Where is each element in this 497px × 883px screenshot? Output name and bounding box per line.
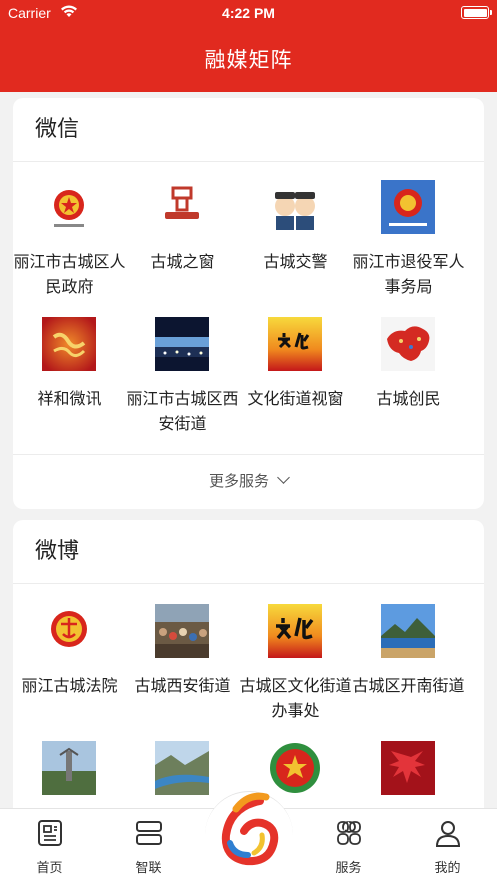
status-time: 4:22 PM — [222, 5, 275, 21]
tile-label: 古城西安街道 — [134, 676, 231, 695]
wenhua-calligraphy-icon — [268, 604, 322, 658]
tile-label: 丽江古城法院 — [21, 676, 118, 695]
tab-center[interactable] — [200, 783, 297, 880]
tab-label: 服务 — [335, 861, 362, 876]
tile-label: 祥和微讯 — [37, 389, 102, 408]
tab-zhilian[interactable]: 智联 — [99, 809, 198, 883]
person-icon — [435, 821, 461, 847]
battery-icon — [461, 6, 492, 19]
city-night-photo-icon — [155, 317, 209, 371]
tile-label: 文化街道视窗 — [247, 389, 344, 408]
chevron-down-icon — [277, 471, 290, 484]
weibo-section-title: 微博 — [13, 520, 484, 584]
traffic-police-cartoon-icon — [268, 180, 322, 234]
weibo-item-xian-street[interactable]: 古城西安街道 — [126, 604, 239, 724]
wechat-card: 微信 丽江市古城区人民政府 古城之窗 古城交警 丽江市退役军人事务局 祥和微讯 … — [13, 98, 484, 509]
china-map-icon — [381, 317, 435, 371]
grid-flower-icon — [337, 821, 361, 845]
tab-label: 智联 — [135, 861, 162, 876]
tab-bar: 首页 智联 服务 我的 — [0, 791, 497, 883]
tile-label: 古城交警 — [263, 252, 328, 271]
wechat-item-gucheng-chuangmin[interactable]: 古城创民 — [352, 317, 465, 437]
wechat-section-title: 微信 — [13, 98, 484, 162]
tab-label: 我的 — [434, 861, 461, 876]
tile-label: 古城之窗 — [150, 252, 215, 271]
xianghe-logo-icon — [42, 317, 96, 371]
tile-label: 古城区文化街道办事处 — [239, 676, 352, 720]
monument-photo-icon — [42, 741, 96, 795]
cards-stack-icon — [136, 821, 162, 845]
center-logo-icon — [221, 792, 279, 866]
tab-services[interactable]: 服务 — [299, 809, 398, 883]
national-emblem-icon — [42, 180, 96, 234]
court-emblem-icon — [42, 604, 96, 658]
wechat-item-gucheng-traffic-police[interactable]: 古城交警 — [239, 180, 352, 300]
tab-home[interactable]: 首页 — [0, 809, 99, 883]
wechat-item-gucheng-window[interactable]: 古城之窗 — [126, 180, 239, 300]
wechat-item-xian-street[interactable]: 丽江市古城区西安街道 — [126, 317, 239, 437]
news-icon — [38, 820, 62, 846]
weibo-item-kainan-street[interactable]: 古城区开南街道 — [352, 604, 465, 724]
weibo-item-gucheng-court[interactable]: 丽江古城法院 — [13, 604, 126, 724]
tile-label: 丽江市退役军人事务局 — [352, 252, 465, 296]
weibo-item-wenhua-office[interactable]: 古城区文化街道办事处 — [239, 604, 352, 724]
wenhua-calligraphy-icon — [268, 317, 322, 371]
tab-mine[interactable]: 我的 — [398, 809, 497, 883]
crowd-photo-icon — [155, 604, 209, 658]
more-services-button[interactable]: 更多服务 — [13, 454, 484, 509]
wechat-item-xianghe[interactable]: 祥和微讯 — [13, 317, 126, 437]
status-bar: Carrier 4:22 PM — [0, 0, 497, 28]
veterans-affairs-emblem-icon — [381, 180, 435, 234]
tile-label: 丽江市古城区西安街道 — [126, 389, 239, 433]
tile-label: 古城区开南街道 — [352, 676, 465, 695]
wechat-item-gucheng-government[interactable]: 丽江市古城区人民政府 — [13, 180, 126, 300]
wechat-item-veterans-affairs[interactable]: 丽江市退役军人事务局 — [352, 180, 465, 300]
weibo-card: 微博 丽江古城法院 古城西安街道 古城区文化街道办事处 古城区开南街道 — [13, 520, 484, 820]
wechat-item-wenhua-street[interactable]: 文化街道视窗 — [239, 317, 352, 437]
tab-label: 首页 — [36, 861, 63, 876]
more-services-label: 更多服务 — [208, 472, 269, 490]
red-leaves-photo-icon — [381, 741, 435, 795]
tile-label: 丽江市古城区人民政府 — [13, 252, 126, 296]
tile-label: 古城创民 — [376, 389, 441, 408]
page-title: 融媒矩阵 — [204, 48, 293, 72]
nav-bar: 融媒矩阵 — [0, 28, 497, 92]
lake-mountain-photo-icon — [381, 604, 435, 658]
gucheng-window-logo-icon — [155, 180, 209, 234]
